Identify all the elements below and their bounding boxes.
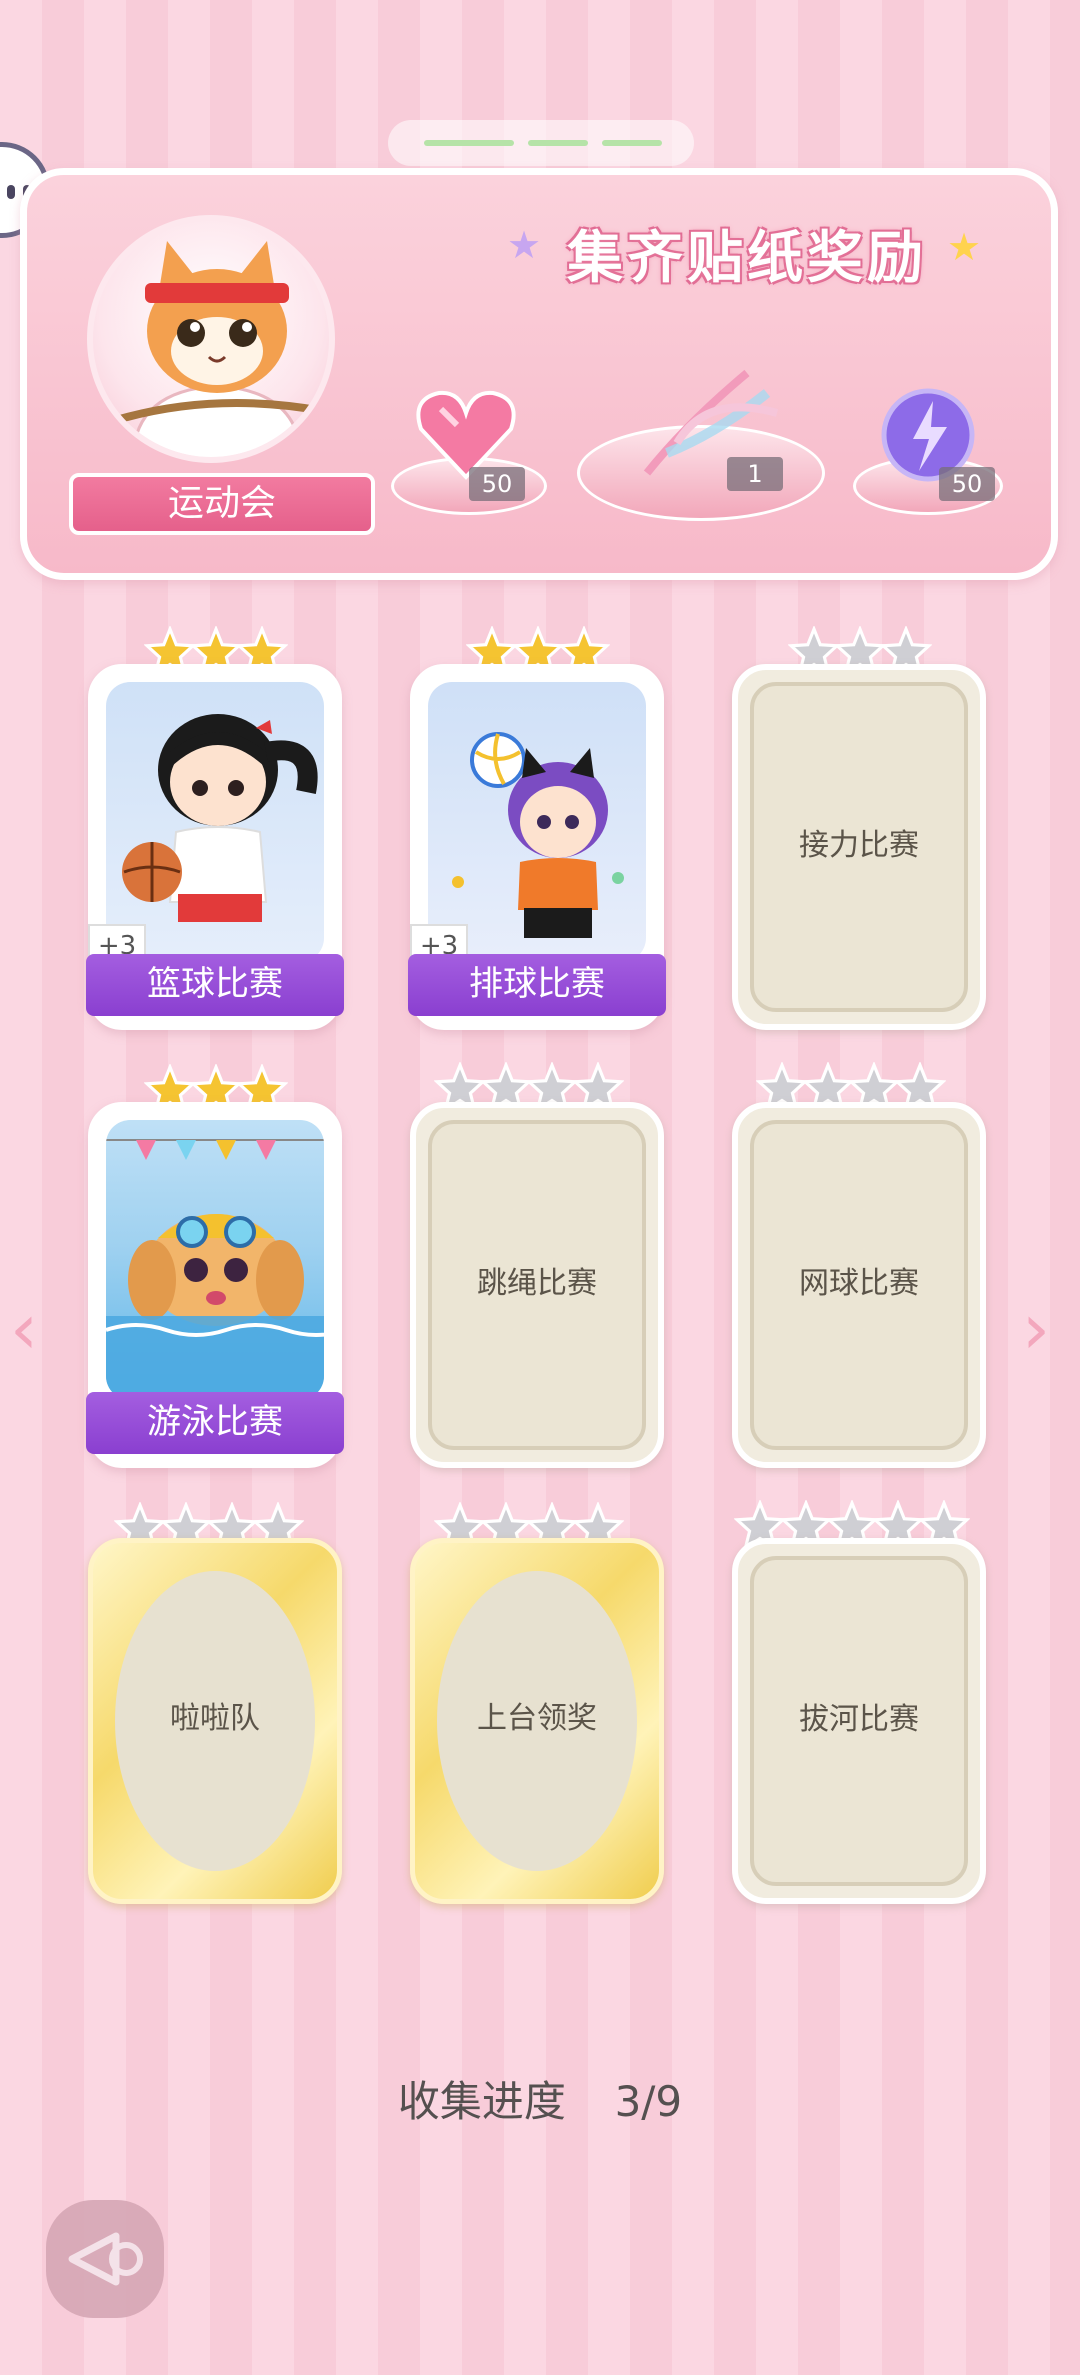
volleyball-girl-art bbox=[428, 682, 646, 962]
purple-star-icon: ★ bbox=[507, 223, 542, 267]
reward-count: 50 bbox=[939, 467, 995, 501]
collection-progress: 收集进度 3/9 bbox=[0, 2068, 1080, 2129]
sticker-card-award-podium[interactable]: 上台领奖 bbox=[410, 1538, 664, 1904]
status-pill bbox=[388, 120, 694, 166]
banner-title: 集齐贴纸奖励 bbox=[567, 226, 927, 291]
sticker-card-tug-of-war[interactable]: 拔河比赛 bbox=[732, 1538, 986, 1904]
card-name: 上台领奖 bbox=[477, 1701, 597, 1736]
sticker-card-basketball[interactable]: +3 篮球比赛 bbox=[86, 664, 344, 1030]
card-name: 游泳比赛 bbox=[86, 1392, 344, 1454]
sticker-card-volleyball[interactable]: +3 排球比赛 bbox=[408, 664, 666, 1030]
progress-label: 收集进度 bbox=[397, 2077, 566, 2126]
basketball-girl-art bbox=[106, 682, 324, 962]
card-name: 拔河比赛 bbox=[799, 1702, 919, 1737]
prev-page-arrow-icon[interactable]: ‹ bbox=[10, 1288, 38, 1370]
sticker-card-cheerleading[interactable]: 啦啦队 bbox=[88, 1538, 342, 1904]
card-name: 网球比赛 bbox=[799, 1266, 919, 1301]
cat-avatar bbox=[87, 215, 335, 463]
card-name: 啦啦队 bbox=[170, 1701, 260, 1736]
sticker-card-relay[interactable]: 接力比赛 bbox=[732, 664, 986, 1030]
reward-count: 1 bbox=[727, 457, 783, 491]
sticker-card-jump-rope[interactable]: 跳绳比赛 bbox=[410, 1102, 664, 1468]
back-arrow-icon bbox=[68, 2232, 143, 2286]
card-name: 篮球比赛 bbox=[86, 954, 344, 1016]
reward-count: 50 bbox=[469, 467, 525, 501]
reward-banner: ★ 集齐贴纸奖励 ★ 运动会 50 1 50 bbox=[20, 168, 1058, 580]
progress-value: 3/9 bbox=[614, 2077, 683, 2126]
card-name: 接力比赛 bbox=[799, 828, 919, 863]
back-button[interactable] bbox=[46, 2200, 164, 2318]
swimming-dog-art bbox=[106, 1120, 324, 1400]
card-name: 排球比赛 bbox=[408, 954, 666, 1016]
next-page-arrow-icon[interactable]: › bbox=[1022, 1288, 1050, 1370]
sticker-card-tennis[interactable]: 网球比赛 bbox=[732, 1102, 986, 1468]
yellow-star-icon: ★ bbox=[947, 225, 982, 269]
event-label: 运动会 bbox=[69, 473, 375, 535]
card-name: 跳绳比赛 bbox=[477, 1266, 597, 1301]
sticker-card-swimming[interactable]: 游泳比赛 bbox=[86, 1102, 344, 1468]
